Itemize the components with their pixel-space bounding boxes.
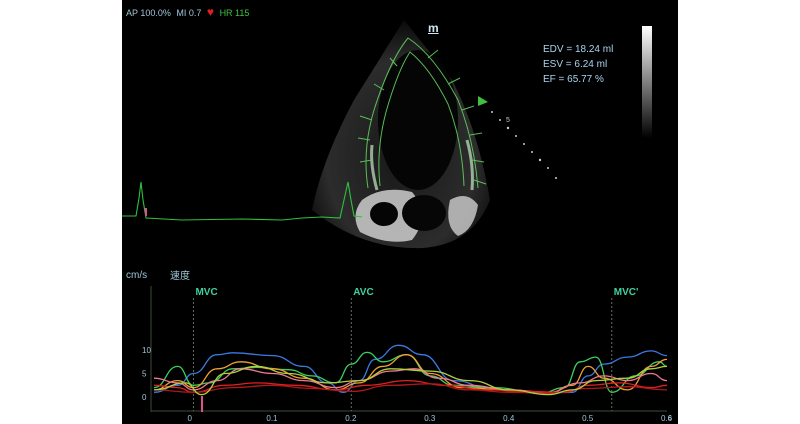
y-tick-label: 5 [142, 370, 147, 379]
x-tick-label: 0.3 [424, 414, 436, 423]
x-tick-label: 0.2 [345, 414, 357, 423]
y-tick-label: 0 [142, 393, 147, 402]
event-label: AVC [353, 287, 373, 298]
x-tick-label: 0.4 [503, 414, 515, 423]
depth-scale [491, 111, 557, 179]
y-tick-labels: 0 5 10 [142, 346, 151, 402]
y-axis-unit: cm/s [126, 270, 147, 281]
x-tick-labels: 0 0.1 0.2 0.3 0.4 0.5 0.6 [187, 414, 672, 423]
y-tick-label: 10 [142, 346, 151, 355]
y-axis-title: 速度 [170, 269, 190, 282]
event-label: MVC' [614, 287, 639, 298]
velocity-curves [153, 344, 668, 396]
x-tick-label: 0 [187, 414, 192, 423]
focus-marker-icon [478, 96, 488, 106]
depth-label: 5 [506, 117, 510, 124]
x-tick-label: 0.1 [266, 414, 278, 423]
x-tick-label: 0.5 [582, 414, 594, 423]
ultrasound-display: AP 100.0% MI 0.7 ♥ HR 115 m EDV = 18.24 … [122, 0, 678, 424]
event-label: MVC [195, 287, 217, 298]
display-graphics: 5 cm/s 速度 0510 0 0.1 0.2 0.3 0.4 0.5 0.6 s MVC… [122, 20, 673, 423]
echo-sector-image [312, 20, 490, 249]
x-axis-unit: s [668, 413, 672, 422]
